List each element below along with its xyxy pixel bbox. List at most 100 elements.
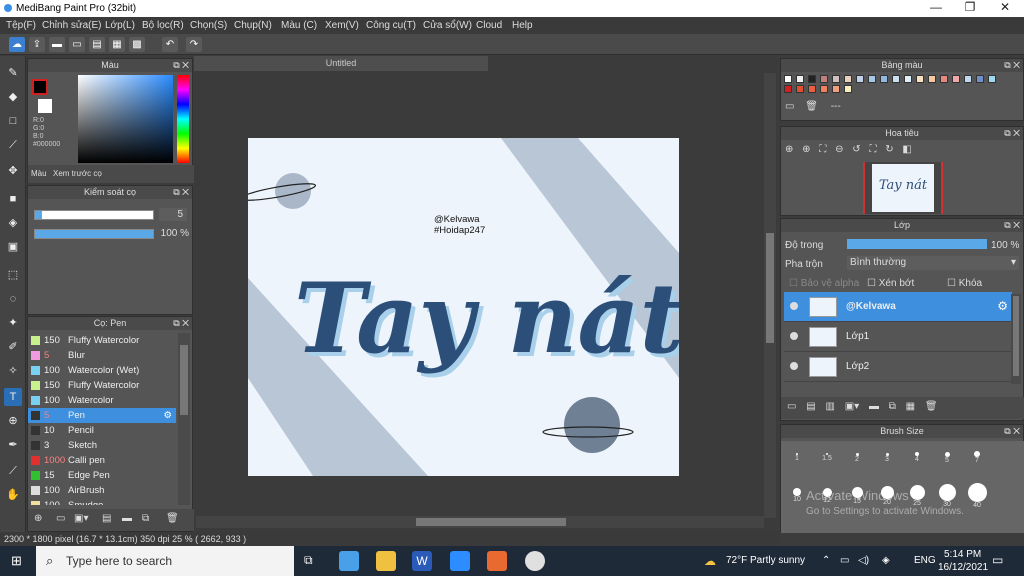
layer-row[interactable]: @Kelvawa ⚙ bbox=[784, 292, 1012, 322]
grid-icon[interactable]: ▦ bbox=[109, 37, 125, 52]
drawing-canvas[interactable]: @Kelvawa #Hoidap247 Tay nát Tay nát bbox=[248, 138, 679, 476]
hand-tool-icon[interactable]: ✋ bbox=[4, 486, 22, 504]
palette-add-icon[interactable]: ▭ bbox=[785, 101, 794, 112]
windows-start-icon[interactable]: ⊞ bbox=[11, 553, 22, 569]
file-explorer-icon[interactable] bbox=[376, 551, 396, 571]
export-icon[interactable]: ⇪ bbox=[29, 37, 45, 52]
palette-color-swatch[interactable] bbox=[880, 75, 888, 83]
layer-visibility-icon[interactable] bbox=[790, 332, 798, 340]
palette-color-swatch[interactable] bbox=[892, 75, 900, 83]
maximize-button[interactable]: ❐ bbox=[953, 0, 987, 17]
brush-list-item[interactable]: 3 Sketch bbox=[28, 438, 176, 453]
undo-icon[interactable]: ↶ bbox=[162, 37, 178, 52]
brush-list-item[interactable]: 1000 Calli pen bbox=[28, 453, 176, 468]
panel-close-icon[interactable]: ⧉ ✕ bbox=[173, 59, 189, 72]
select-eraser-tool-icon[interactable]: ✧ bbox=[4, 362, 22, 380]
medibang-taskbar-icon[interactable] bbox=[339, 551, 359, 571]
layer-menu-icon[interactable]: ▣▾ bbox=[845, 401, 859, 412]
comment-icon[interactable]: ▬ bbox=[49, 37, 65, 52]
panel-close-icon[interactable]: ⧉ ✕ bbox=[1004, 425, 1020, 438]
line-tool-icon[interactable]: ⟋ bbox=[4, 136, 22, 154]
panel-close-icon[interactable]: ⧉ ✕ bbox=[173, 186, 189, 199]
flip-icon[interactable]: ◧ bbox=[902, 144, 911, 155]
clock-date[interactable]: 16/12/2021 bbox=[938, 562, 988, 573]
layer-merge-icon[interactable]: ▦ bbox=[906, 401, 915, 412]
menu-color[interactable]: Màu (C) bbox=[281, 20, 317, 31]
brush-size-preset[interactable]: 1.5 bbox=[812, 445, 842, 462]
palette-color-swatch[interactable] bbox=[784, 75, 792, 83]
gradient-tool-icon[interactable]: ▣ bbox=[4, 238, 22, 256]
eyedropper-tool-icon[interactable]: ✒ bbox=[4, 436, 22, 454]
word-icon[interactable]: W bbox=[412, 551, 432, 571]
weather-text[interactable]: 72°F Partly sunny bbox=[726, 555, 805, 566]
palette-color-swatch[interactable] bbox=[844, 75, 852, 83]
menu-filter[interactable]: Bộ lọc(R) bbox=[142, 20, 184, 31]
panel-close-icon[interactable]: ⧉ ✕ bbox=[173, 317, 189, 330]
palette-color-swatch[interactable] bbox=[832, 75, 840, 83]
brush-size-preset[interactable]: 4 bbox=[902, 445, 932, 463]
protect-alpha-checkbox[interactable]: ☐ bbox=[789, 278, 798, 289]
taskbar-search[interactable]: ⌕ Type here to search bbox=[36, 546, 294, 576]
new-layer-1bit-icon[interactable]: ▥ bbox=[825, 401, 834, 412]
message-icon[interactable]: ▭ bbox=[69, 37, 85, 52]
language-indicator[interactable]: ENG bbox=[914, 555, 936, 566]
network-icon[interactable]: ▭ bbox=[840, 555, 849, 566]
palette-color-swatch[interactable] bbox=[832, 85, 840, 93]
new-layer-icon[interactable]: ▭ bbox=[787, 401, 796, 412]
menu-help[interactable]: Help bbox=[512, 20, 533, 31]
brush-list-item[interactable]: 5 Pen ⚙ bbox=[28, 408, 176, 423]
hue-slider[interactable] bbox=[177, 75, 189, 163]
brush-list-scrollbar[interactable] bbox=[178, 333, 190, 505]
text-tool-icon[interactable]: T bbox=[4, 388, 22, 406]
brush-size-preset[interactable]: 40 bbox=[962, 482, 992, 509]
menu-view[interactable]: Xem(V) bbox=[325, 20, 359, 31]
brush-list-item[interactable]: 150 Fluffy Watercolor bbox=[28, 333, 176, 348]
shape-tool-icon[interactable]: □ bbox=[4, 112, 22, 130]
add-brush-icon[interactable]: ⊕ bbox=[34, 513, 42, 524]
fit-icon[interactable]: ⛶ bbox=[819, 144, 826, 155]
layer-row[interactable]: Lớp2 bbox=[784, 352, 1012, 382]
palette-color-swatch[interactable] bbox=[856, 75, 864, 83]
new-brush-icon[interactable]: ▭ bbox=[56, 513, 65, 524]
brush-size-preset[interactable]: 3 bbox=[872, 445, 902, 463]
clock-time[interactable]: 5:14 PM bbox=[944, 549, 981, 560]
menu-layer[interactable]: Lớp(L) bbox=[105, 20, 135, 31]
palette-color-swatch[interactable] bbox=[820, 75, 828, 83]
menu-edit[interactable]: Chỉnh sửa(E) bbox=[42, 20, 102, 31]
panel-close-icon[interactable]: ⧉ ✕ bbox=[1004, 127, 1020, 140]
document-tab[interactable]: Untitled bbox=[194, 56, 488, 71]
brush-delete-icon[interactable]: 🗑 bbox=[166, 513, 179, 524]
brush-tool-icon[interactable]: ✎ bbox=[4, 64, 22, 82]
palette-color-swatch[interactable] bbox=[844, 85, 852, 93]
dropper-tool-icon[interactable]: ⟋ bbox=[4, 462, 22, 480]
brush-opacity-value[interactable]: 100 % bbox=[159, 227, 189, 240]
cloud-icon[interactable]: ☁ bbox=[9, 37, 25, 52]
layer-settings-gear-icon[interactable]: ⚙ bbox=[997, 299, 1008, 313]
blend-mode-select[interactable]: Bình thường ▾ bbox=[847, 256, 1019, 270]
rotate-left-icon[interactable]: ↺ bbox=[852, 144, 860, 155]
primary-color-swatch[interactable] bbox=[32, 79, 48, 95]
new-layer-8bit-icon[interactable]: ▤ bbox=[806, 401, 815, 412]
brush-copy-icon[interactable]: ⧉ bbox=[142, 513, 149, 524]
menu-cloud[interactable]: Cloud bbox=[476, 20, 502, 31]
zoom-app-icon[interactable] bbox=[450, 551, 470, 571]
weather-icon[interactable]: ☁ bbox=[704, 554, 716, 568]
menu-capture[interactable]: Chụp(N) bbox=[234, 20, 272, 31]
brush-settings-gear-icon[interactable]: ⚙ bbox=[163, 408, 172, 423]
mail-app-icon[interactable] bbox=[487, 551, 507, 571]
zoom-in-icon[interactable]: ⊕ bbox=[785, 144, 793, 155]
brush-settings-icon[interactable]: ▤ bbox=[102, 513, 111, 524]
rotate-right-icon[interactable]: ↻ bbox=[885, 144, 893, 155]
brush-list-item[interactable]: 150 Fluffy Watercolor bbox=[28, 378, 176, 393]
zoom-out-icon[interactable]: ⊖ bbox=[835, 144, 843, 155]
brush-size-preset[interactable]: 5 bbox=[932, 445, 962, 464]
menu-select[interactable]: Chọn(S) bbox=[190, 20, 227, 31]
menu-window[interactable]: Cửa sổ(W) bbox=[423, 20, 472, 31]
palette-color-swatch[interactable] bbox=[820, 85, 828, 93]
brush-size-slider[interactable] bbox=[34, 210, 154, 220]
minimize-button[interactable]: — bbox=[919, 0, 953, 17]
tiles-icon[interactable]: ▩ bbox=[129, 37, 145, 52]
brush-size-value[interactable]: 5 bbox=[159, 208, 187, 221]
fill-rect-tool-icon[interactable]: ■ bbox=[4, 190, 22, 208]
palette-color-swatch[interactable] bbox=[784, 85, 792, 93]
